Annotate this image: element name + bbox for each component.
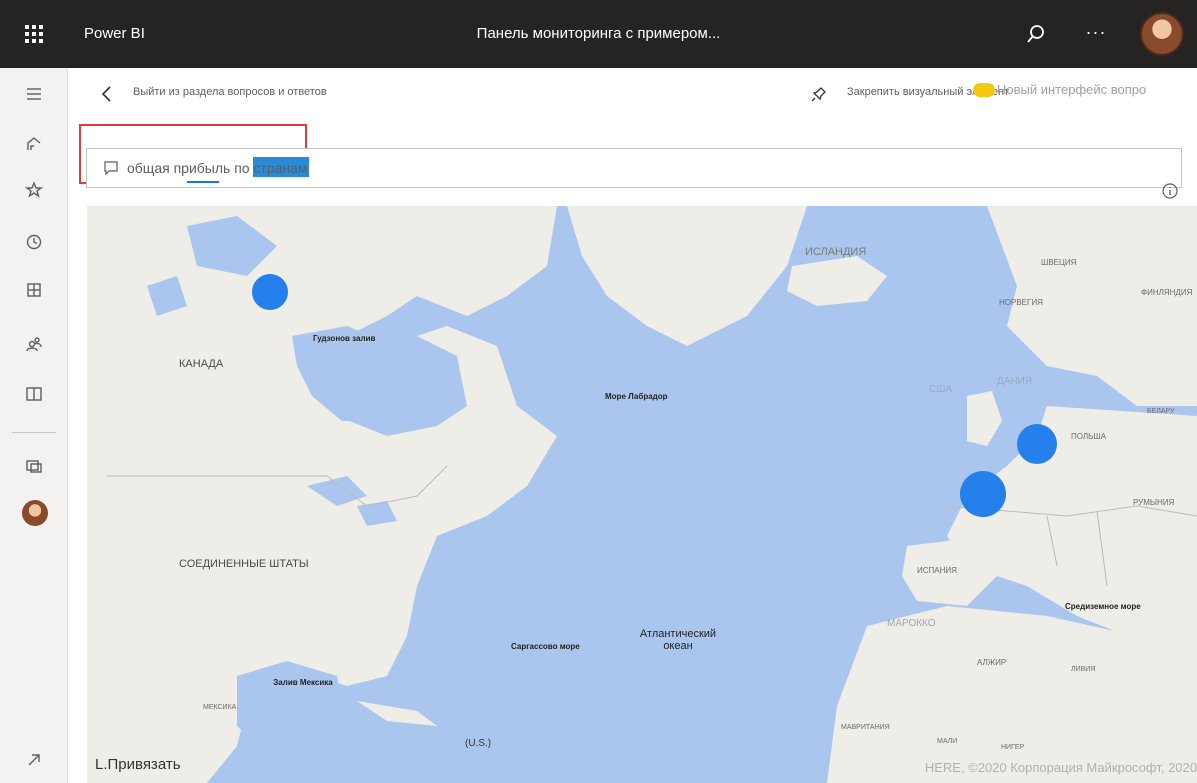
avatar[interactable] bbox=[22, 500, 48, 526]
recent-icon bbox=[26, 234, 42, 250]
content-area: Выйти из раздела вопросов и ответов Закр… bbox=[69, 68, 1197, 783]
learn-icon bbox=[26, 387, 42, 401]
map-label-belarus: БЕЛАРУ bbox=[1147, 408, 1175, 415]
map-label-romania: РУМЫНИЯ bbox=[1133, 498, 1175, 507]
menu-button[interactable] bbox=[0, 74, 68, 114]
map-label-mauritania: МАВРИТАНИЯ bbox=[841, 724, 890, 731]
map-label-usa: СОЕДИНЕННЫЕ ШТАТЫ bbox=[179, 558, 309, 570]
exit-qa-link[interactable]: Выйти из раздела вопросов и ответов bbox=[133, 86, 327, 98]
map-label-iceland: ИСЛАНДИЯ bbox=[805, 246, 867, 258]
map-label-mexico: МЕКСИКА bbox=[203, 704, 237, 711]
favorites-icon bbox=[25, 181, 43, 198]
map-label-canada: КАНАДА bbox=[179, 358, 224, 370]
data-bubble-canada[interactable] bbox=[252, 274, 288, 310]
document-title[interactable]: Панель мониторинга с примером... bbox=[0, 0, 1197, 68]
new-ui-label: Новый интерфейс вопро bbox=[997, 82, 1147, 97]
nav-home[interactable] bbox=[0, 124, 68, 164]
nav-workspaces[interactable] bbox=[0, 446, 68, 486]
apps-icon bbox=[27, 283, 41, 297]
more-icon[interactable]: ··· bbox=[1082, 20, 1110, 48]
map-label-libya: ЛИВИЯ bbox=[1071, 666, 1096, 673]
nav-shared[interactable] bbox=[0, 324, 68, 364]
shared-icon bbox=[26, 337, 42, 352]
map-label-algeria: АЛЖИР bbox=[977, 658, 1007, 667]
avatar[interactable] bbox=[1140, 12, 1184, 56]
top-bar: Power BI Панель мониторинга с примером..… bbox=[0, 0, 1197, 68]
map-label-sweden: ШВЕЦИЯ bbox=[1041, 258, 1077, 267]
map-label-sargasso: Саргассово море bbox=[511, 642, 580, 651]
info-icon[interactable] bbox=[1161, 182, 1179, 200]
nav-learn[interactable] bbox=[0, 374, 68, 414]
map-label-poland: ПОЛЬША bbox=[1071, 432, 1107, 441]
qa-toolbar: Выйти из раздела вопросов и ответов Закр… bbox=[69, 68, 1197, 120]
map-label-finland: ФИНЛЯНДИЯ bbox=[1141, 288, 1193, 297]
map-label-uk: США bbox=[929, 384, 953, 395]
menu-icon bbox=[27, 88, 41, 100]
map-label-atlantic: Атлантический океан bbox=[639, 628, 717, 652]
new-ui-toggle[interactable] bbox=[973, 83, 995, 97]
map-copyright: HERE, ©2020 Корпорация Майкрософт, 2020 bbox=[924, 760, 1197, 775]
map-label-labrador: Море Лабрадор bbox=[605, 392, 668, 401]
nav-favorites[interactable] bbox=[0, 170, 68, 210]
nav-popout[interactable] bbox=[0, 740, 68, 780]
term-underline bbox=[187, 181, 219, 183]
map-label-morocco: МАРОККО bbox=[887, 618, 936, 629]
snap-link[interactable]: L.Привязать bbox=[95, 756, 181, 773]
map-label-mali: МАЛИ bbox=[937, 738, 958, 745]
data-bubble-germany[interactable] bbox=[1017, 424, 1057, 464]
map-label-niger: НИГЕР bbox=[1001, 744, 1025, 751]
map-label-gulf: Залив Мексика bbox=[273, 678, 333, 687]
qa-input-box[interactable]: общая прибыль по странам bbox=[86, 148, 1182, 188]
data-bubble-france[interactable] bbox=[960, 471, 1006, 517]
workspaces-icon bbox=[26, 460, 42, 473]
search-icon[interactable] bbox=[1024, 22, 1048, 46]
popout-icon bbox=[28, 754, 40, 766]
map-visual[interactable]: КАНАДА Гудзонов залив СОЕДИНЕННЫЕ ШТАТЫ … bbox=[87, 206, 1197, 783]
nav-divider bbox=[12, 432, 56, 433]
map-label-spain: ИСПАНИЯ bbox=[917, 566, 957, 575]
pin-icon[interactable] bbox=[809, 84, 829, 104]
nav-apps[interactable] bbox=[0, 270, 68, 310]
home-icon bbox=[27, 137, 41, 150]
map-label-med-sea: Средиземное море bbox=[1065, 602, 1141, 611]
map-label-denmark: ДАНИЯ bbox=[997, 376, 1033, 387]
chat-icon bbox=[104, 161, 118, 176]
nav-recent[interactable] bbox=[0, 222, 68, 262]
left-nav bbox=[0, 68, 68, 783]
back-arrow-icon[interactable] bbox=[97, 84, 117, 104]
qa-query-text[interactable]: общая прибыль по странам bbox=[127, 160, 308, 176]
map-label-hudson: Гудзонов залив bbox=[313, 334, 376, 343]
map-label-us-territory: (U.S.) bbox=[465, 738, 492, 749]
map-label-norway: НОРВЕГИЯ bbox=[999, 298, 1043, 307]
